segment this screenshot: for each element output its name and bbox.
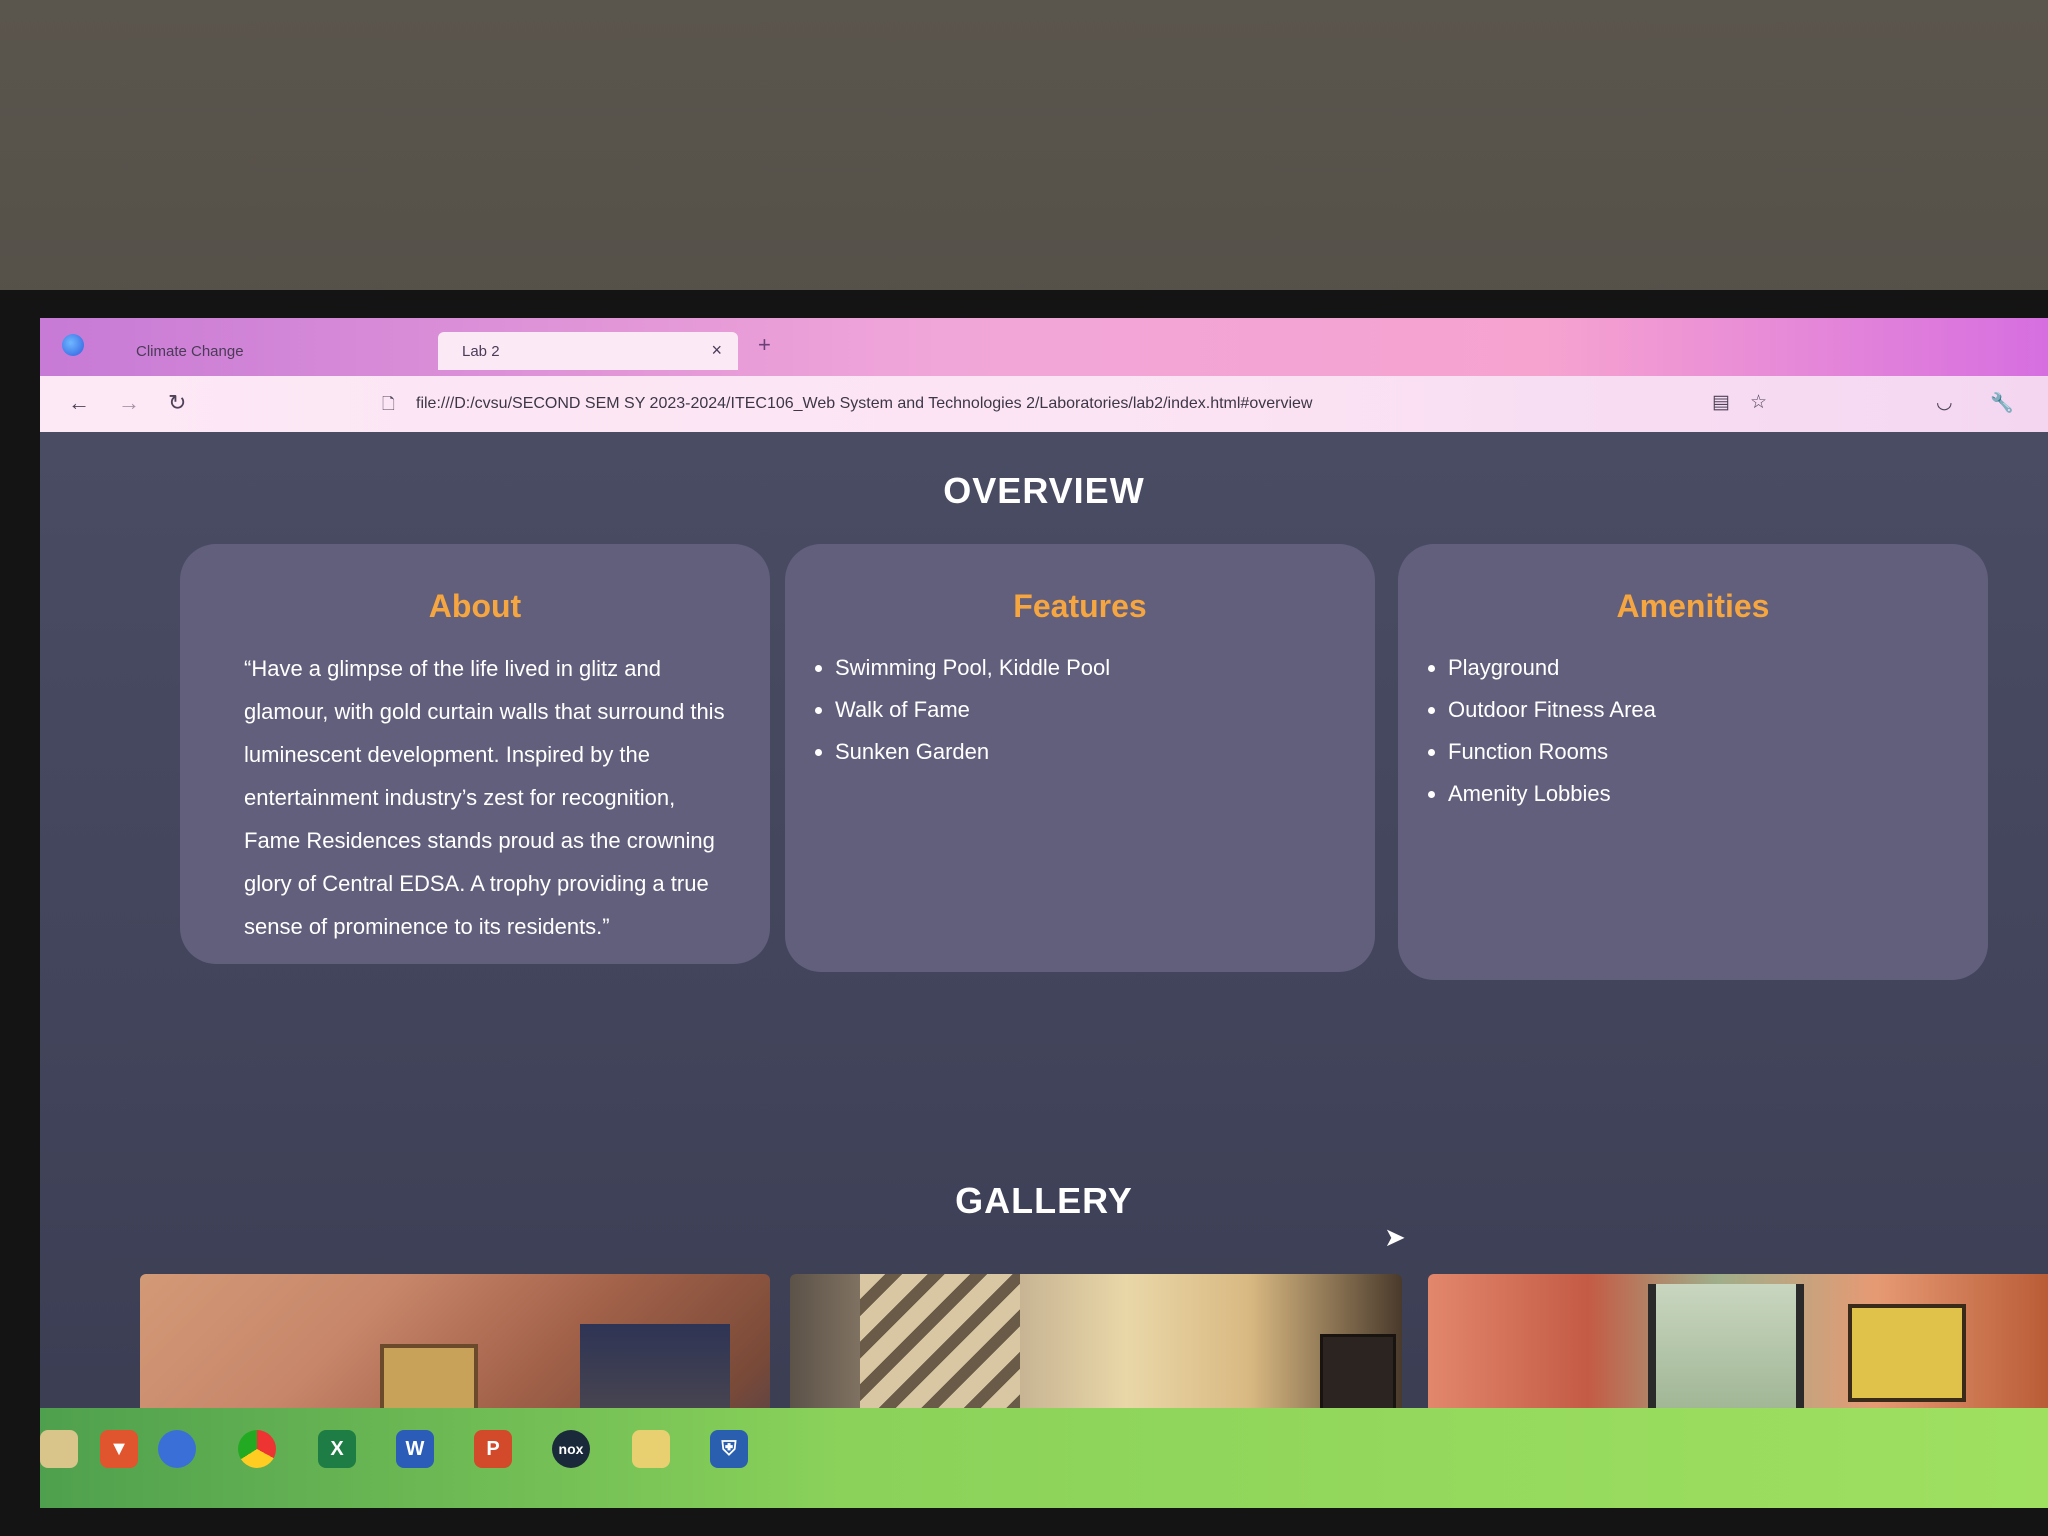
overview-title: OVERVIEW (943, 470, 1145, 511)
firefox-icon[interactable] (158, 1430, 196, 1468)
list-item: Outdoor Fitness Area (1448, 689, 1988, 731)
wall-art (1848, 1304, 1966, 1402)
about-heading: About (428, 588, 522, 624)
features-card: Features Swimming Pool, Kiddle Pool Walk… (785, 544, 1375, 972)
bookmark-star-icon[interactable]: ☆ (1750, 391, 1767, 414)
list-item: Amenity Lobbies (1448, 773, 1988, 815)
navigation-bar: ← → ↻ 🗋 file:///D:/cvsu/SECOND SEM SY 20… (40, 376, 2048, 432)
about-card: About “Have a glimpse of the life lived … (180, 544, 770, 964)
brave-icon[interactable]: ▼ (100, 1430, 138, 1468)
mouse-cursor-icon: ➤ (1384, 1222, 1406, 1252)
excel-icon[interactable]: X (318, 1430, 356, 1468)
tab-strip: Climate Change × Lab 2 × + (40, 318, 2048, 376)
file-explorer-icon[interactable] (632, 1430, 670, 1468)
monitor: Climate Change × Lab 2 × + ← → ↻ 🗋 file:… (0, 290, 2048, 1536)
pocket-icon[interactable]: ◡ (1936, 391, 1953, 414)
security-icon[interactable]: ⛨ (710, 1430, 748, 1468)
list-item: Function Rooms (1448, 731, 1988, 773)
nox-icon[interactable]: nox (552, 1430, 590, 1468)
taskbar: ▼ X W P nox ⛨ (40, 1408, 2048, 1508)
back-arrow-icon[interactable]: ← (68, 390, 90, 416)
tab-label: Lab 2 (462, 343, 500, 360)
new-tab-button[interactable]: + (758, 332, 771, 358)
reader-view-icon[interactable]: ▤ (1712, 391, 1730, 414)
url-field[interactable]: file:///D:/cvsu/SECOND SEM SY 2023-2024/… (416, 395, 1312, 413)
firefox-logo-icon (62, 334, 84, 356)
word-icon[interactable]: W (396, 1430, 434, 1468)
amenities-heading: Amenities (1616, 588, 1770, 624)
tab-climate-change[interactable]: Climate Change × (112, 332, 472, 370)
features-list: Swimming Pool, Kiddle Pool Walk of Fame … (785, 647, 1375, 773)
page-icon: 🗋 (382, 396, 395, 413)
list-item: Playground (1448, 647, 1988, 689)
web-page: OVERVIEW About “Have a glimpse of the li… (40, 432, 2048, 1508)
reload-icon[interactable]: ↻ (168, 390, 186, 416)
list-item: Sunken Garden (835, 731, 1375, 773)
chrome-icon[interactable] (238, 1430, 276, 1468)
tab-label: Climate Change (136, 343, 244, 360)
close-icon[interactable]: × (711, 340, 722, 361)
tools-wrench-icon[interactable]: 🔧 (1990, 391, 2014, 415)
powerpoint-icon[interactable]: P (474, 1430, 512, 1468)
file-manager-icon[interactable] (40, 1430, 78, 1468)
forward-arrow-icon[interactable]: → (118, 390, 140, 416)
amenities-list: Playground Outdoor Fitness Area Function… (1398, 647, 1988, 815)
list-item: Swimming Pool, Kiddle Pool (835, 647, 1375, 689)
tab-lab-2[interactable]: Lab 2 × (438, 332, 738, 370)
list-item: Walk of Fame (835, 689, 1375, 731)
features-heading: Features (1013, 588, 1147, 624)
screen: Climate Change × Lab 2 × + ← → ↻ 🗋 file:… (40, 318, 2048, 1508)
gallery-title: GALLERY (955, 1180, 1133, 1221)
about-text: “Have a glimpse of the life lived in gli… (244, 656, 725, 939)
amenities-card: Amenities Playground Outdoor Fitness Are… (1398, 544, 1988, 980)
